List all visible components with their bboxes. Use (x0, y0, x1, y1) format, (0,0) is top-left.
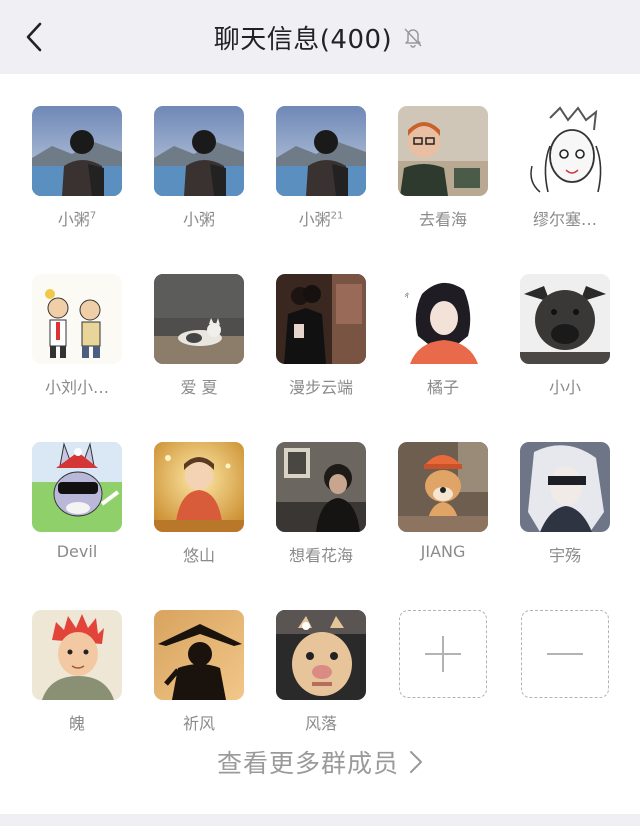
avatar (276, 106, 366, 196)
member-name: 小粥7 (57, 210, 97, 229)
view-more-label: 查看更多群成员 (216, 749, 399, 778)
avatar (398, 442, 488, 532)
member-name: 漫步云端 (288, 378, 353, 397)
member-name: 祈风 (182, 714, 215, 733)
member-name: 去看海 (418, 210, 467, 229)
member-item[interactable]: 宇殇 (520, 442, 610, 566)
avatar (276, 442, 366, 532)
member-name: 小粥 (182, 210, 215, 229)
remove-tile[interactable] (521, 610, 609, 698)
add-member-button[interactable] (398, 610, 488, 734)
member-name: 风落 (304, 714, 337, 733)
member-item[interactable]: 爱 夏 (154, 274, 244, 398)
member-name: 橘子 (426, 378, 459, 397)
avatar (520, 274, 610, 364)
bell-off-icon (402, 25, 426, 49)
member-name: 小粥21 (298, 210, 344, 229)
member-item[interactable]: 缪尔塞… (520, 106, 610, 230)
member-name: 宇殇 (548, 546, 581, 565)
avatar (398, 106, 488, 196)
member-item[interactable]: 小小 (520, 274, 610, 398)
title-group: 聊天信息(400) (214, 19, 426, 56)
member-name: 悠山 (182, 546, 215, 565)
member-item[interactable]: 小粥7 (32, 106, 122, 230)
avatar (32, 610, 122, 700)
avatar (154, 274, 244, 364)
view-more-members-link[interactable]: 查看更多群成员 (0, 740, 640, 784)
add-tile[interactable] (399, 610, 487, 698)
member-name: JIANG (420, 542, 466, 561)
avatar (276, 610, 366, 700)
avatar (32, 274, 122, 364)
member-item[interactable]: 悠山 (154, 442, 244, 566)
member-name: Devil (56, 542, 98, 561)
member-name: 想看花海 (288, 546, 353, 565)
avatar (276, 274, 366, 364)
member-name: 小刘小… (44, 378, 109, 397)
avatar (520, 106, 610, 196)
minus-icon (547, 653, 583, 655)
section-divider (0, 814, 640, 826)
avatar (154, 106, 244, 196)
member-item[interactable]: 风落 (276, 610, 366, 734)
avatar (32, 106, 122, 196)
chevron-right-icon (410, 751, 422, 773)
page-title: 聊天信息(400) (213, 24, 393, 55)
member-item[interactable]: 小刘小… (32, 274, 122, 398)
member-name: 爱 夏 (180, 378, 218, 397)
member-item[interactable]: 祈风 (154, 610, 244, 734)
back-button[interactable] (18, 20, 50, 54)
avatar (154, 610, 244, 700)
avatar: ㄔ (398, 274, 488, 364)
remove-member-button[interactable] (520, 610, 610, 734)
member-name: 魄 (68, 714, 85, 733)
member-name: 缪尔塞… (532, 210, 597, 229)
plus-icon (425, 636, 461, 672)
avatar (154, 442, 244, 532)
member-grid: 小粥7 小粥 小粥21 去看海 缪尔塞… 小刘小… 爱 夏 漫步云端 ㄔ 橘子 … (32, 106, 610, 734)
member-item[interactable]: 魄 (32, 610, 122, 734)
navigation-bar: 聊天信息(400) (0, 0, 640, 74)
member-item[interactable]: ㄔ 橘子 (398, 274, 488, 398)
member-item[interactable]: 去看海 (398, 106, 488, 230)
chevron-left-icon (26, 22, 42, 52)
member-item[interactable]: 想看花海 (276, 442, 366, 566)
member-item[interactable]: Devil (32, 442, 122, 566)
member-name: 小小 (548, 378, 581, 397)
member-item[interactable]: JIANG (398, 442, 488, 566)
member-item[interactable]: 小粥21 (276, 106, 366, 230)
avatar (520, 442, 610, 532)
svg-text:ㄔ: ㄔ (404, 293, 410, 300)
avatar (32, 442, 122, 532)
member-item[interactable]: 漫步云端 (276, 274, 366, 398)
member-item[interactable]: 小粥 (154, 106, 244, 230)
